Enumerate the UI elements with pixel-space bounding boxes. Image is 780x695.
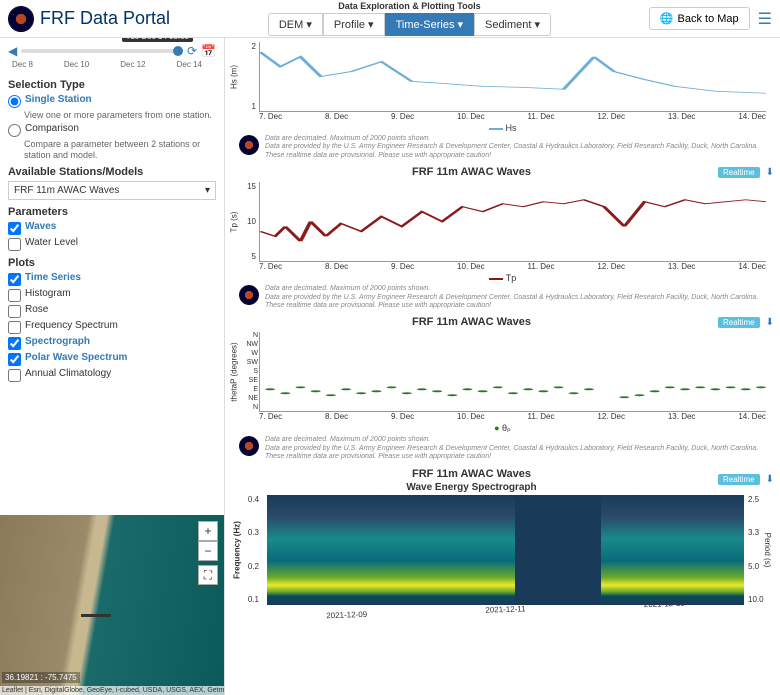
slider-prev-icon[interactable]: ◀ [8, 44, 17, 58]
fullscreen-button[interactable]: ⛶ [198, 565, 218, 585]
tab-profile[interactable]: Profile▾ [323, 13, 385, 36]
header: FRF Data Portal Data Exploration & Plott… [0, 0, 780, 38]
realtime-badge: Realtime [718, 317, 760, 328]
zoom-in-button[interactable]: + [198, 521, 218, 541]
charts-panel: Hs (m) 21 7. Dec8. Dec9. Dec10. Dec11. D… [225, 38, 780, 695]
tab-sediment[interactable]: Sediment▾ [474, 13, 551, 36]
spectrograph-plot[interactable]: Frequency (Hz) Period (s) 0.40.30.20.1 2… [267, 495, 744, 605]
plots-heading: Plots [8, 257, 216, 269]
usace-logo-icon [239, 285, 259, 305]
download-icon[interactable]: ⬇ [766, 167, 774, 178]
check-spectrograph[interactable] [8, 337, 21, 350]
tp-plot[interactable]: Tp (s) 15105 [259, 182, 766, 262]
station-select[interactable]: FRF 11m AWAC Waves▾ [8, 181, 216, 200]
params-heading: Parameters [8, 206, 216, 218]
slider-tooltip: Tue Dec 14 08:00 [122, 38, 193, 42]
zoom-out-button[interactable]: − [198, 541, 218, 561]
chart-spectrograph: FRF 11m AWAC WavesWave Energy Spectrogra… [231, 466, 774, 614]
globe-icon: 🌐 [660, 12, 674, 25]
chart-theta: FRF 11m AWAC WavesRealtime⬇ thetaP (degr… [231, 314, 774, 461]
time-slider[interactable]: Tue Dec 14 08:00 [21, 49, 183, 53]
usace-logo-icon [239, 135, 259, 155]
check-climatology[interactable] [8, 369, 21, 382]
location-map[interactable]: + − ⛶ 36.19821 : -75.7475 Leaflet | Esri… [0, 515, 224, 695]
check-water-level[interactable] [8, 238, 21, 251]
realtime-badge: Realtime [718, 474, 760, 485]
chart-hs: Hs (m) 21 7. Dec8. Dec9. Dec10. Dec11. D… [231, 42, 774, 160]
map-attribution: Leaflet | Esri, DigitalGlobe, GeoEye, i-… [0, 686, 224, 695]
tools-label: Data Exploration & Plotting Tools [170, 1, 649, 11]
portal-title: FRF Data Portal [40, 8, 170, 29]
chart-tp: FRF 11m AWAC WavesRealtime⬇ Tp (s) 15105… [231, 164, 774, 310]
usace-logo [8, 6, 34, 32]
caret-down-icon: ▾ [205, 185, 210, 196]
download-icon[interactable]: ⬇ [766, 317, 774, 328]
check-rose[interactable] [8, 305, 21, 318]
caret-down-icon: ▾ [368, 18, 374, 31]
realtime-badge: Realtime [718, 167, 760, 178]
caret-down-icon: ▾ [457, 18, 463, 31]
check-freq-spectrum[interactable] [8, 321, 21, 334]
hs-plot[interactable]: Hs (m) 21 [259, 42, 766, 112]
map-coords: 36.19821 : -75.7475 [2, 672, 80, 683]
radio-single-station[interactable] [8, 95, 21, 108]
radio-comparison[interactable] [8, 124, 21, 137]
check-histogram[interactable] [8, 289, 21, 302]
slider-ticks: Dec 8Dec 10Dec 12Dec 14 [8, 60, 216, 73]
hamburger-menu-icon[interactable]: ☰ [758, 9, 772, 29]
theta-plot[interactable]: thetaP (degrees) NNWWSWSSEENEN [259, 332, 766, 412]
back-to-map-button[interactable]: 🌐Back to Map [649, 7, 750, 30]
tab-timeseries[interactable]: Time-Series▾ [385, 13, 474, 36]
nav-tabs: DEM▾ Profile▾ Time-Series▾ Sediment▾ [268, 13, 551, 36]
sidebar: ◀ Tue Dec 14 08:00 ⟳ 📅 Dec 8Dec 10Dec 12… [0, 38, 225, 695]
check-timeseries[interactable] [8, 273, 21, 286]
pier-feature [81, 614, 111, 617]
selection-heading: Selection Type [8, 79, 216, 91]
calendar-icon[interactable]: 📅 [201, 44, 216, 58]
check-polar-wave[interactable] [8, 353, 21, 366]
slider-handle[interactable] [173, 46, 183, 56]
stations-heading: Available Stations/Models [8, 166, 216, 178]
refresh-icon[interactable]: ⟳ [187, 44, 197, 58]
usace-logo-icon [239, 436, 259, 456]
caret-down-icon: ▾ [306, 18, 312, 31]
download-icon[interactable]: ⬇ [766, 474, 774, 485]
caret-down-icon: ▾ [534, 18, 540, 31]
check-waves[interactable] [8, 222, 21, 235]
tab-dem[interactable]: DEM▾ [268, 13, 323, 36]
